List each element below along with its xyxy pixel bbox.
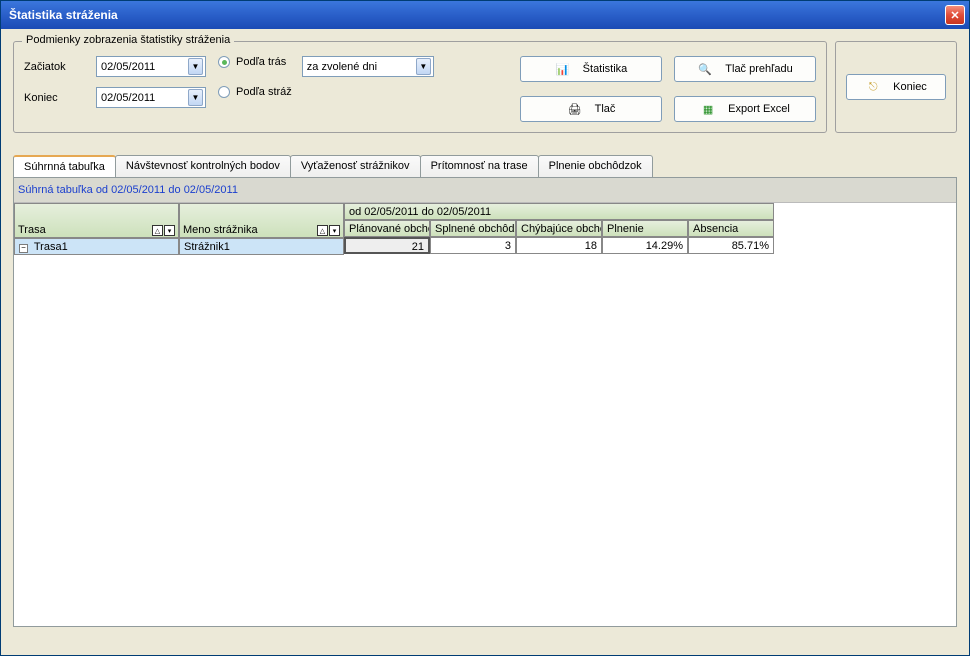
- row-route-value: Trasa1: [34, 241, 68, 253]
- print-overview-button-label: Tlač prehľadu: [725, 63, 792, 75]
- start-date-field[interactable]: 02/05/2011 ▼: [96, 56, 206, 77]
- col-header-missing[interactable]: Chýbajúce obchô: [516, 220, 602, 237]
- radio-selected-icon: [218, 56, 230, 68]
- summary-caption: Súhrná tabuľka od 02/05/2011 do 02/05/20…: [14, 178, 956, 203]
- grid-left: Trasa △ ▾ Meno strážnika △ ▾: [14, 203, 344, 255]
- grid-right: od 02/05/2011 do 02/05/2011 Plánované ob…: [344, 203, 774, 255]
- radio-by-routes[interactable]: Podľa trás: [218, 56, 292, 68]
- tab-utilization[interactable]: Vyťaženosť strážnikov: [290, 155, 421, 177]
- radio-column: Podľa trás Podľa stráž za zvolené dni ▼: [218, 56, 434, 98]
- tab-visits[interactable]: Návštevnosť kontrolných bodov: [115, 155, 291, 177]
- exit-icon: ⎋: [865, 79, 881, 95]
- statistics-icon: 📊: [555, 61, 571, 77]
- radio-by-guards-label: Podľa stráž: [236, 86, 292, 98]
- filter-icon[interactable]: ▾: [164, 225, 175, 236]
- filter-icon[interactable]: ▾: [329, 225, 340, 236]
- filter-legend: Podmienky zobrazenia štatistiky stráženi…: [22, 34, 234, 46]
- radio-by-routes-label: Podľa trás: [236, 56, 286, 68]
- excel-icon: ▦: [700, 101, 716, 117]
- app-window: Štatistika stráženia ✕ Podmienky zobraze…: [0, 0, 970, 656]
- tab-presence[interactable]: Prítomnosť na trase: [420, 155, 539, 177]
- tab-content: Súhrná tabuľka od 02/05/2011 do 02/05/20…: [13, 177, 957, 627]
- col-header-planned[interactable]: Plánované obchô: [344, 220, 430, 237]
- sort-asc-icon[interactable]: △: [152, 225, 163, 236]
- close-icon: ✕: [950, 9, 959, 22]
- end-date-field[interactable]: 02/05/2011 ▼: [96, 87, 206, 108]
- end-label: Koniec: [24, 92, 84, 104]
- statistics-button[interactable]: 📊 Štatistika: [520, 56, 662, 82]
- content-area: Podmienky zobrazenia štatistiky stráženi…: [1, 29, 969, 639]
- button-col-2: 🔍 Tlač prehľadu ▦ Export Excel: [674, 56, 816, 122]
- chevron-down-icon: ▼: [416, 58, 431, 75]
- chevron-down-icon: ▼: [188, 58, 203, 75]
- col-header-guard[interactable]: Meno strážnika △ ▾: [179, 203, 344, 238]
- exit-button-label: Koniec: [893, 81, 927, 93]
- row-guard-cell[interactable]: Strážnik1: [179, 238, 344, 255]
- titlebar: Štatistika stráženia ✕: [1, 1, 969, 29]
- statistics-button-label: Štatistika: [583, 63, 628, 75]
- window-title: Štatistika stráženia: [9, 8, 118, 22]
- row-guard-value: Strážnik1: [184, 241, 230, 253]
- tab-fulfilment[interactable]: Plnenie obchôdzok: [538, 155, 653, 177]
- col-header-done[interactable]: Splnené obchôdz: [430, 220, 516, 237]
- col-header-fulfilment[interactable]: Plnenie: [602, 220, 688, 237]
- exit-button[interactable]: ⎋ Koniec: [846, 74, 946, 100]
- tabs-row: Súhrnná tabuľka Návštevnosť kontrolných …: [13, 155, 957, 177]
- export-excel-button-label: Export Excel: [728, 103, 790, 115]
- col-header-absence[interactable]: Absencia: [688, 220, 774, 237]
- chevron-down-icon: ▼: [188, 89, 203, 106]
- export-excel-button[interactable]: ▦ Export Excel: [674, 96, 816, 122]
- print-overview-button[interactable]: 🔍 Tlač prehľadu: [674, 56, 816, 82]
- print-button[interactable]: 🖨 Tlač: [520, 96, 662, 122]
- collapse-icon[interactable]: −: [19, 244, 28, 253]
- preview-icon: 🔍: [697, 61, 713, 77]
- cell-absence[interactable]: 85.71%: [688, 237, 774, 254]
- col-header-route-label: Trasa: [18, 224, 46, 236]
- exit-panel: ⎋ Koniec: [835, 41, 957, 133]
- col-header-guard-label: Meno strážnika: [183, 224, 258, 236]
- radio-unselected-icon: [218, 86, 230, 98]
- range-select-value: za zvolené dni: [307, 61, 377, 73]
- top-row: Podmienky zobrazenia štatistiky stráženi…: [13, 41, 957, 133]
- tab-summary[interactable]: Súhrnná tabuľka: [13, 155, 116, 177]
- radio-by-guards[interactable]: Podľa stráž: [218, 86, 292, 98]
- cell-planned[interactable]: 21: [344, 237, 430, 254]
- cell-missing[interactable]: 18: [516, 237, 602, 254]
- date-column: Začiatok 02/05/2011 ▼ Koniec 02/05/2011 …: [24, 56, 206, 108]
- col-header-route[interactable]: Trasa △ ▾: [14, 203, 179, 238]
- close-button[interactable]: ✕: [945, 5, 965, 25]
- filter-fieldset: Podmienky zobrazenia štatistiky stráženi…: [13, 41, 827, 133]
- printer-icon: 🖨: [567, 101, 583, 117]
- row-route-cell[interactable]: − Trasa1: [14, 238, 179, 255]
- start-label: Začiatok: [24, 61, 84, 73]
- period-group-header: od 02/05/2011 do 02/05/2011: [344, 203, 774, 220]
- button-col-1: 📊 Štatistika 🖨 Tlač: [520, 56, 662, 122]
- end-date-value: 02/05/2011: [101, 92, 155, 104]
- start-date-value: 02/05/2011: [101, 61, 155, 73]
- cell-fulfilment[interactable]: 14.29%: [602, 237, 688, 254]
- grid: Trasa △ ▾ Meno strážnika △ ▾: [14, 203, 956, 255]
- sort-asc-icon[interactable]: △: [317, 225, 328, 236]
- range-select[interactable]: za zvolené dni ▼: [302, 56, 434, 77]
- print-button-label: Tlač: [595, 103, 616, 115]
- cell-done[interactable]: 3: [430, 237, 516, 254]
